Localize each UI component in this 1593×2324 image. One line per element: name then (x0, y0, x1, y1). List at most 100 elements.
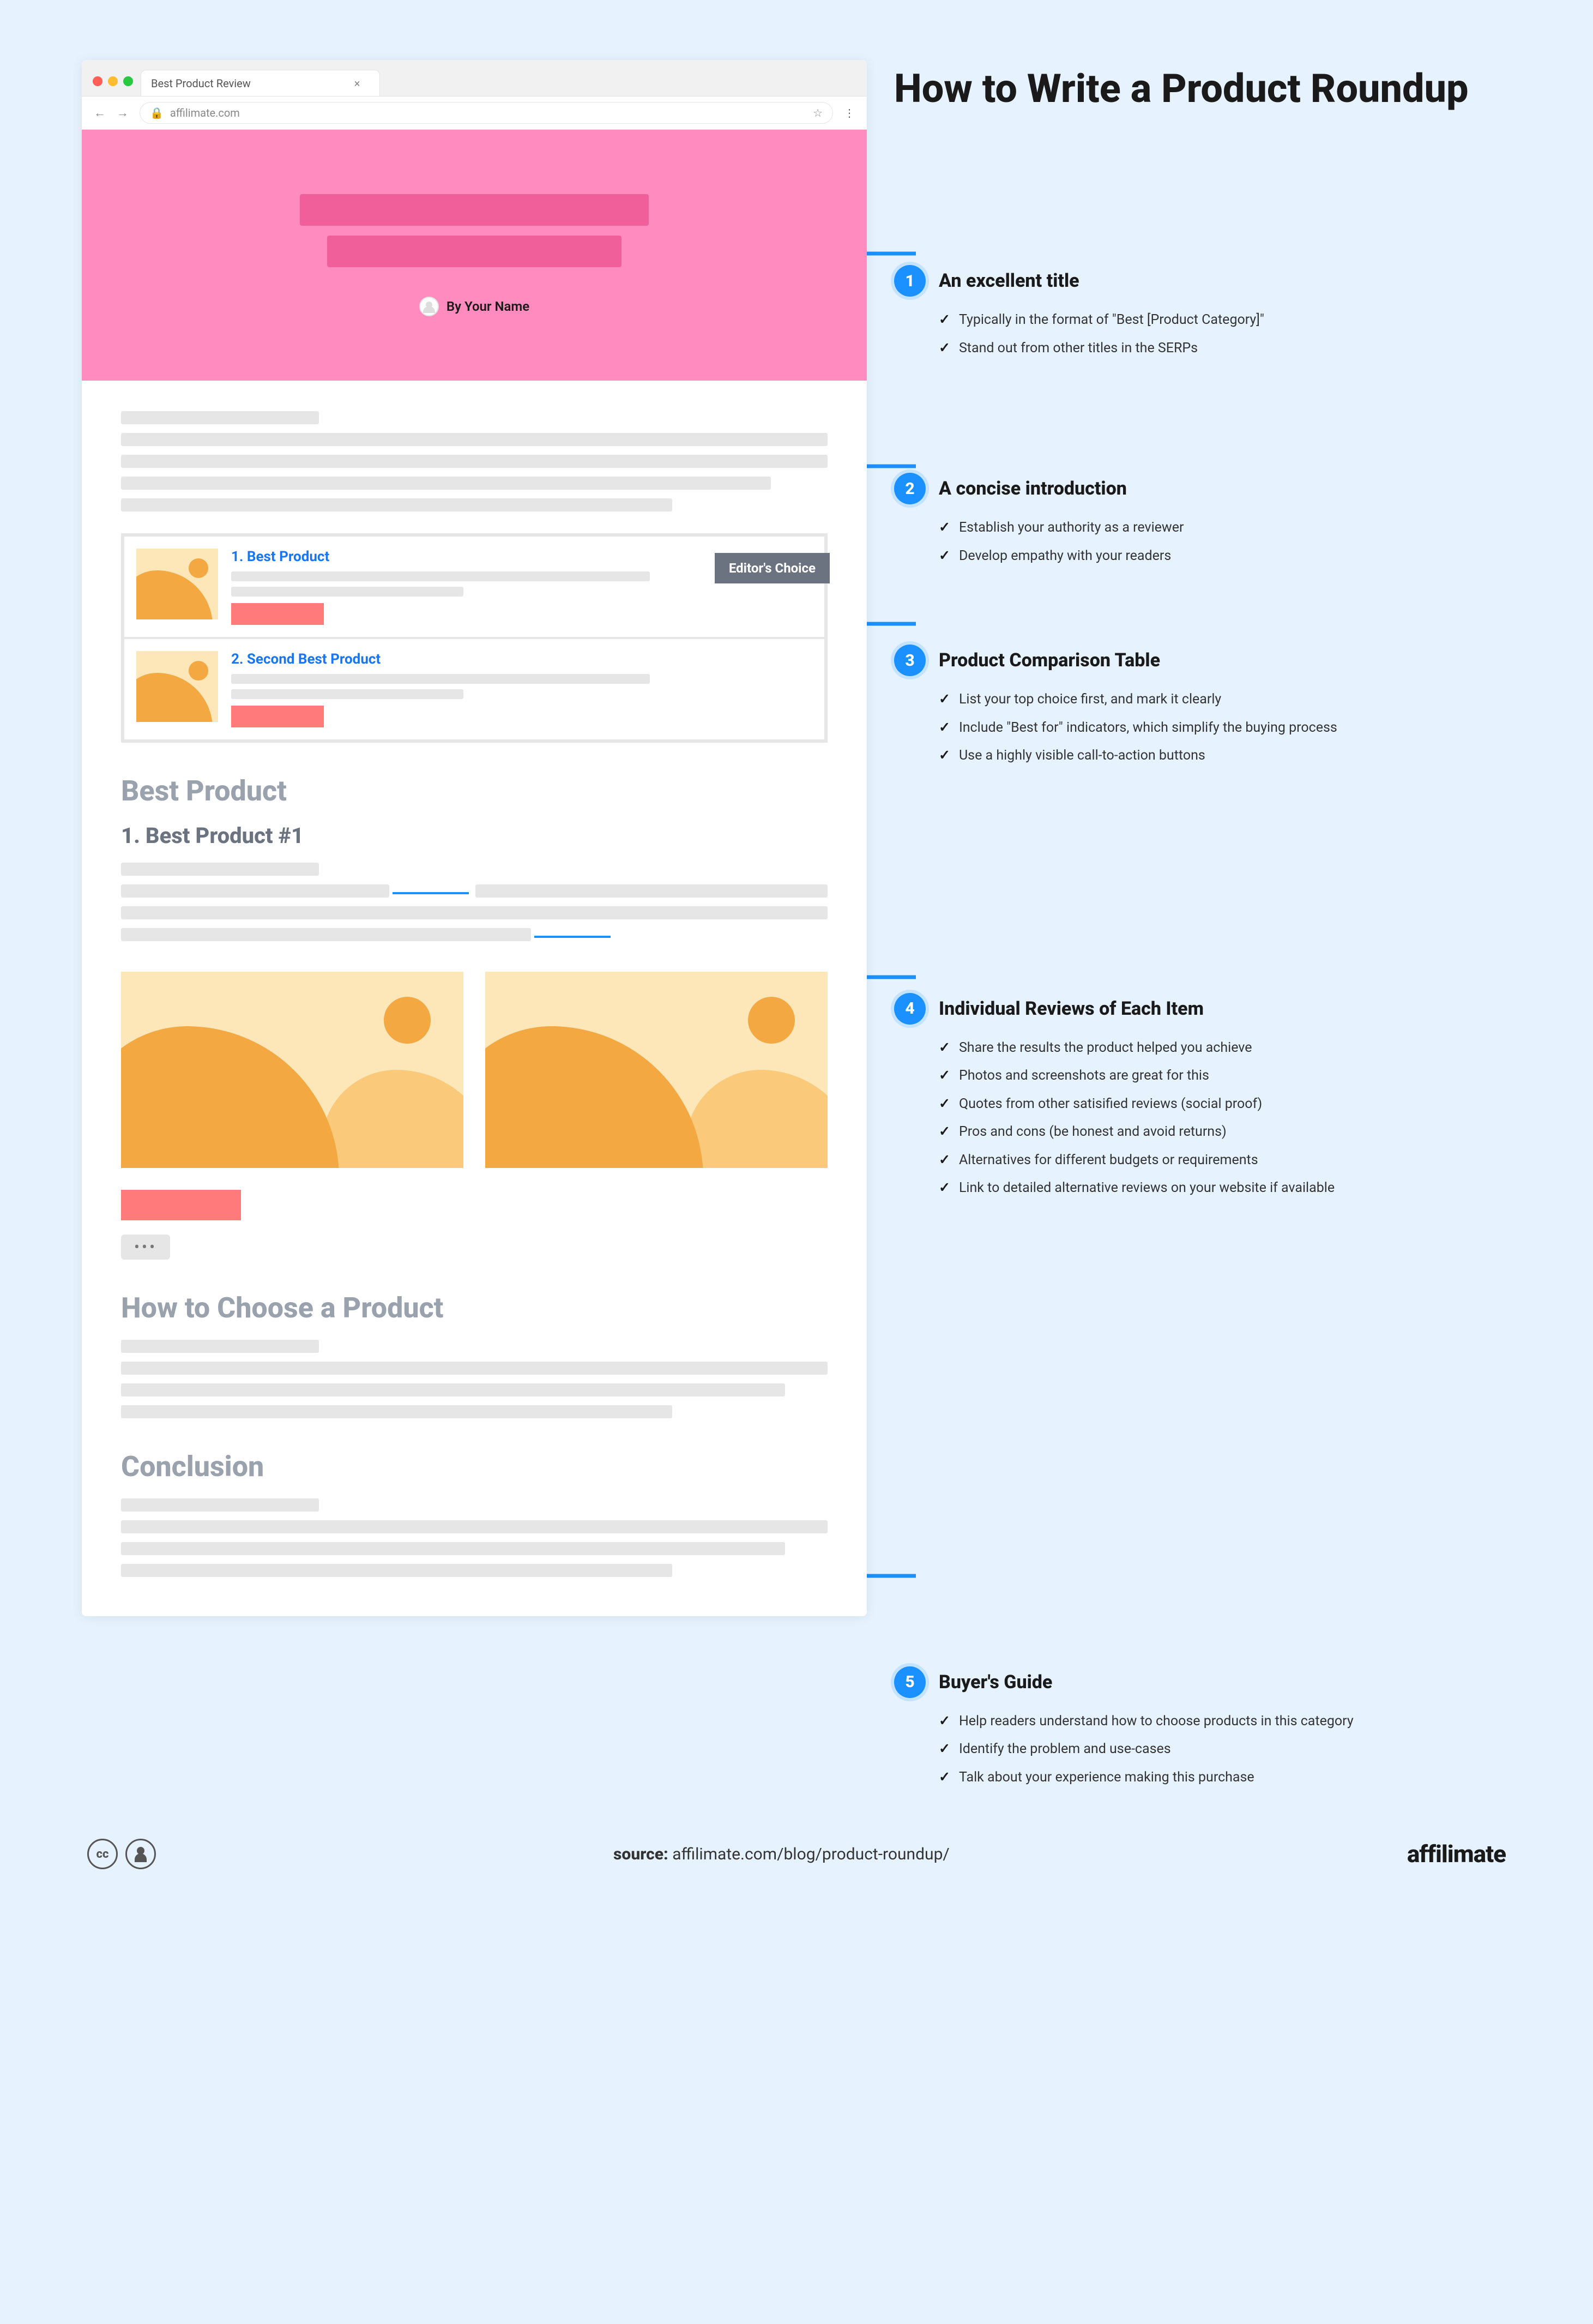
skeleton-line (121, 477, 771, 490)
callout: 1 An excellent title Typically in the for… (894, 265, 1511, 366)
section-heading: Conclusion (121, 1450, 828, 1483)
comparison-table: Editor's Choice 1. Best Product 2. Secon… (121, 533, 828, 743)
step-number: 5 (894, 1666, 926, 1698)
skeleton-line (121, 1340, 319, 1353)
check-list: Help readers understand how to choose pr… (894, 1711, 1511, 1788)
table-row: 2. Second Best Product (124, 639, 824, 739)
page-title: How to Write a Product Roundup (894, 65, 1511, 112)
step-number: 2 (894, 473, 926, 504)
product-thumb-icon (136, 651, 218, 722)
skeleton-line (121, 906, 828, 919)
callout-title: Buyer's Guide (939, 1671, 1052, 1693)
list-item: Include "Best for" indicators, which sim… (939, 718, 1511, 738)
check-list: Typically in the format of "Best [Produc… (894, 310, 1511, 358)
skeleton-line (231, 689, 463, 699)
skeleton-line (121, 1405, 672, 1418)
skeleton-line (121, 1362, 828, 1375)
footer: cc source: affilimate.com/blog/product-r… (82, 1839, 1511, 1869)
callout: 3 Product Comparison Table List your top … (894, 645, 1511, 774)
product-image-icon (485, 972, 828, 1168)
callout-title: Individual Reviews of Each Item (939, 998, 1204, 1020)
browser-window: Best Product Review × ← → 🔒 affilimate.c… (82, 60, 867, 1616)
list-item: Pros and cons (be honest and avoid retur… (939, 1122, 1511, 1142)
image-gallery (121, 972, 828, 1168)
list-item: Establish your authority as a reviewer (939, 517, 1511, 538)
list-item: Typically in the format of "Best [Produc… (939, 310, 1511, 330)
list-item: Share the results the product helped you… (939, 1038, 1511, 1058)
cta-button[interactable] (121, 1190, 241, 1220)
url-text: affilimate.com (170, 106, 240, 119)
list-item: Stand out from other titles in the SERPs (939, 338, 1511, 359)
check-list: Establish your authority as a reviewer D… (894, 517, 1511, 566)
lock-icon: 🔒 (150, 106, 164, 119)
title-placeholder (300, 194, 649, 226)
section-heading: How to Choose a Product (121, 1291, 828, 1324)
step-number: 1 (894, 265, 926, 297)
list-item: Identify the problem and use-cases (939, 1739, 1511, 1760)
skeleton-line (121, 433, 828, 446)
skeleton-line (121, 411, 319, 424)
address-bar[interactable]: 🔒 affilimate.com ☆ (140, 102, 833, 124)
check-list: List your top choice first, and mark it … (894, 689, 1511, 766)
source-line: source: affilimate.com/blog/product-roun… (613, 1845, 950, 1864)
list-item: Use a highly visible call-to-action butt… (939, 745, 1511, 766)
callout: 5 Buyer's Guide Help readers understand h… (894, 1666, 1511, 1796)
byline-text: By Your Name (446, 299, 529, 314)
item-heading: 1. Best Product #1 (121, 823, 828, 848)
hero-section: By Your Name (82, 130, 867, 381)
table-row: 1. Best Product (124, 537, 824, 639)
cta-button[interactable] (231, 706, 324, 727)
step-number: 4 (894, 993, 926, 1025)
skeleton-line (231, 587, 463, 597)
skeleton-line (121, 498, 672, 511)
traffic-lights (93, 76, 133, 96)
tab-title: Best Product Review (151, 77, 251, 90)
step-number: 3 (894, 645, 926, 676)
brand-logo: affilimate (1407, 1840, 1506, 1868)
more-icon[interactable]: ••• (121, 1235, 170, 1260)
list-item: Link to detailed alternative reviews on … (939, 1178, 1511, 1199)
cc-icon: cc (87, 1839, 118, 1869)
kebab-menu-icon[interactable]: ⋮ (844, 106, 855, 119)
avatar-icon (419, 297, 439, 316)
list-item: List your top choice first, and mark it … (939, 689, 1511, 710)
inline-link[interactable] (393, 884, 469, 894)
callout-column: How to Write a Product Roundup 1 An excel… (894, 60, 1511, 1795)
skeleton-line (121, 1520, 828, 1533)
skeleton-line (121, 1383, 785, 1396)
product-link[interactable]: 2. Second Best Product (231, 651, 812, 667)
callout: 2 A concise introduction Establish your a… (894, 473, 1511, 574)
callout-title: Product Comparison Table (939, 649, 1160, 671)
callout-title: A concise introduction (939, 478, 1127, 499)
cta-button[interactable] (231, 603, 324, 625)
list-item: Photos and screenshots are great for thi… (939, 1065, 1511, 1086)
inline-link[interactable] (534, 928, 611, 938)
skeleton-line (231, 571, 650, 581)
list-item: Develop empathy with your readers (939, 546, 1511, 567)
callout: 4 Individual Reviews of Each Item Share t… (894, 993, 1511, 1206)
list-item: Talk about your experience making this p… (939, 1767, 1511, 1788)
skeleton-line (121, 1542, 785, 1555)
star-icon[interactable]: ☆ (813, 106, 823, 119)
minimize-icon[interactable] (108, 76, 118, 86)
callout-title: An excellent title (939, 270, 1079, 292)
product-image-icon (121, 972, 463, 1168)
attribution-icon (125, 1839, 156, 1869)
license-icons: cc (87, 1839, 156, 1869)
maximize-icon[interactable] (123, 76, 133, 86)
section-heading: Best Product (121, 774, 828, 808)
forward-icon[interactable]: → (117, 106, 129, 120)
browser-tab[interactable]: Best Product Review × (141, 70, 380, 96)
close-tab-icon[interactable]: × (354, 77, 360, 90)
list-item: Quotes from other satisified reviews (so… (939, 1094, 1511, 1115)
editors-choice-badge: Editor's Choice (715, 553, 830, 583)
skeleton-line (121, 863, 319, 876)
skeleton-line (231, 674, 650, 684)
back-icon[interactable]: ← (94, 106, 106, 120)
list-item: Alternatives for different budgets or re… (939, 1150, 1511, 1171)
subtitle-placeholder (327, 236, 621, 267)
check-list: Share the results the product helped you… (894, 1038, 1511, 1199)
address-bar-row: ← → 🔒 affilimate.com ☆ ⋮ (82, 96, 867, 130)
skeleton-line (121, 1498, 319, 1512)
close-icon[interactable] (93, 76, 102, 86)
